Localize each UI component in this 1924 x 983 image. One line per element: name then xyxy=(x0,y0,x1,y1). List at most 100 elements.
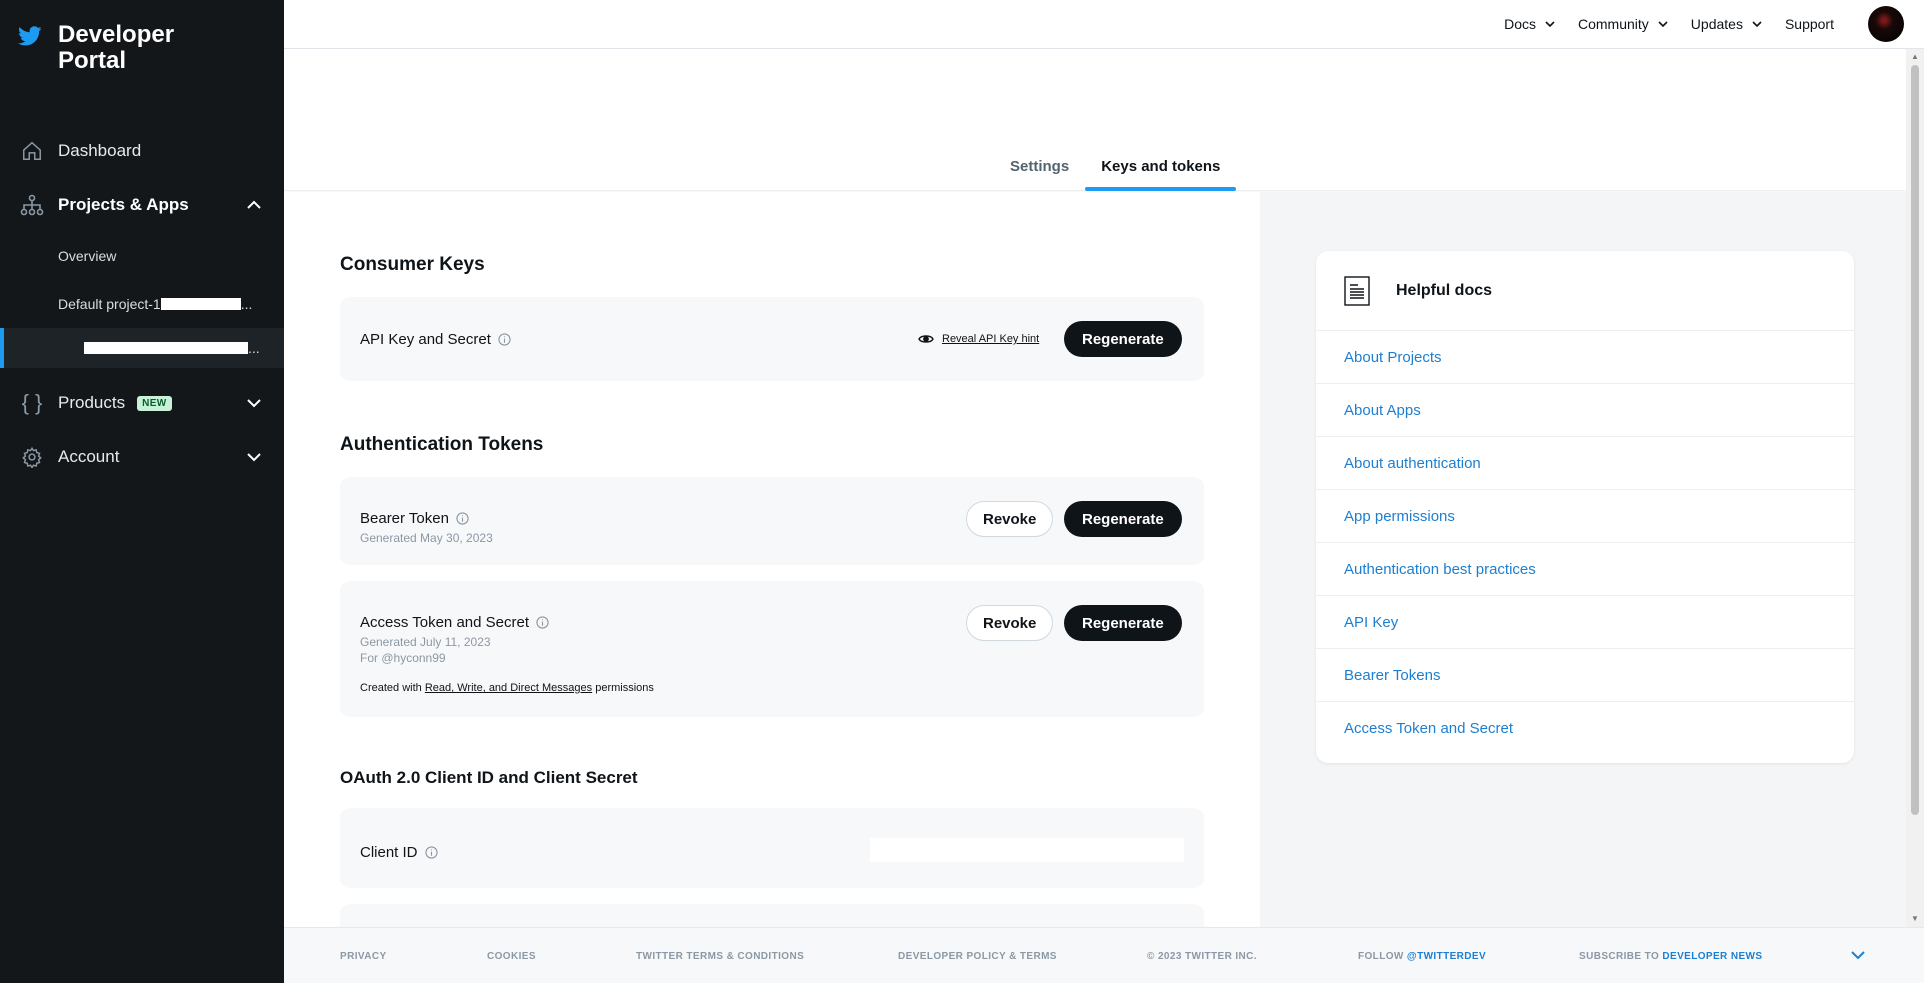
sidebar-item-account[interactable]: Account xyxy=(0,430,284,484)
sidebar-item-label: Dashboard xyxy=(58,141,142,160)
tab-bar: Settings Keys and tokens xyxy=(994,157,1237,191)
oauth-title: OAuth 2.0 Client ID and Client Secret xyxy=(340,768,638,787)
app-header: Settings Keys and tokens xyxy=(284,49,1906,191)
permissions-link[interactable]: Read, Write, and Direct Messages xyxy=(425,682,592,694)
braces-icon: { } xyxy=(21,390,43,415)
scroll-up-arrow[interactable]: ▲ xyxy=(1911,53,1919,61)
regenerate-access-button[interactable]: Regenerate xyxy=(1064,605,1182,641)
sidebar-item-app[interactable]: ... xyxy=(0,328,284,368)
twitter-bird-icon xyxy=(18,26,42,46)
topnav-community[interactable]: Community xyxy=(1578,16,1669,32)
sidebar-item-label: Projects & Apps xyxy=(58,195,189,214)
footer-follow-handle[interactable]: @TWITTERDEV xyxy=(1407,951,1486,962)
access-generated-date: Generated July 11, 2023 xyxy=(360,635,491,649)
sidebar-item-label: Account xyxy=(58,447,120,466)
footer-copyright: © 2023 TWITTER INC. xyxy=(1147,951,1257,962)
doc-link-bearer-tokens[interactable]: Bearer Tokens xyxy=(1316,649,1854,702)
bearer-token-row: Bearer Token xyxy=(360,510,469,527)
regenerate-api-key-button[interactable]: Regenerate xyxy=(1064,321,1182,357)
sidebar-item-overview[interactable]: Overview xyxy=(0,232,284,280)
doc-link-app-permissions[interactable]: App permissions xyxy=(1316,490,1854,543)
client-id-value[interactable] xyxy=(870,838,1184,862)
chevron-up-icon[interactable] xyxy=(244,195,264,215)
top-nav: Docs Community Updates Support xyxy=(1482,6,1904,42)
auth-tokens-title: Authentication Tokens xyxy=(340,434,544,455)
sidebar-item-label: Default project-1 xyxy=(58,296,161,312)
sidebar-item-label: Overview xyxy=(58,248,117,264)
footer-follow[interactable]: FOLLOW @TWITTERDEV xyxy=(1358,951,1486,962)
scroll-down-arrow[interactable]: ▼ xyxy=(1911,915,1919,923)
api-key-label: API Key and Secret xyxy=(360,331,491,348)
bearer-token-label: Bearer Token xyxy=(360,510,449,527)
brand-name: Developer Portal xyxy=(58,22,174,74)
brand-line-2: Portal xyxy=(58,47,127,74)
ellipsis: ... xyxy=(248,340,260,356)
doc-link-about-authentication[interactable]: About authentication xyxy=(1316,437,1854,490)
redacted-text xyxy=(160,298,241,310)
helpful-docs-card: Helpful docs About Projects About Apps A… xyxy=(1316,251,1854,763)
consumer-keys-title: Consumer Keys xyxy=(340,254,485,275)
access-token-card: Access Token and Secret Generated July 1… xyxy=(340,581,1204,717)
topnav-docs[interactable]: Docs xyxy=(1504,16,1556,32)
footer-developer-policy[interactable]: DEVELOPER POLICY & TERMS xyxy=(898,951,1057,962)
api-key-row: API Key and Secret xyxy=(360,331,511,348)
info-icon[interactable] xyxy=(424,846,438,859)
chevron-down-icon[interactable] xyxy=(1848,945,1868,965)
sidebar-item-projects-apps[interactable]: Projects & Apps xyxy=(0,178,284,232)
tab-settings[interactable]: Settings xyxy=(994,157,1085,191)
footer-subscribe-link[interactable]: DEVELOPER NEWS xyxy=(1662,951,1762,962)
info-icon[interactable] xyxy=(456,512,469,525)
chevron-down-icon[interactable] xyxy=(244,447,264,467)
brand[interactable]: Developer Portal xyxy=(18,22,174,74)
scrollbar[interactable]: ▲ ▼ xyxy=(1906,49,1924,927)
doc-link-about-projects[interactable]: About Projects xyxy=(1316,331,1854,384)
sidebar-item-dashboard[interactable]: Dashboard xyxy=(0,124,284,178)
access-token-row: Access Token and Secret xyxy=(360,614,549,631)
regenerate-bearer-button[interactable]: Regenerate xyxy=(1064,501,1182,537)
footer: PRIVACY COOKIES TWITTER TERMS & CONDITIO… xyxy=(284,927,1924,983)
reveal-api-key-hint[interactable]: Reveal API Key hint xyxy=(918,333,1039,345)
permissions-note: Created with Read, Write, and Direct Mes… xyxy=(360,682,654,694)
eye-icon xyxy=(918,335,934,343)
ellipsis: ... xyxy=(240,296,253,312)
topnav-updates[interactable]: Updates xyxy=(1691,16,1763,32)
new-badge: NEW xyxy=(137,395,172,411)
footer-terms[interactable]: TWITTER TERMS & CONDITIONS xyxy=(636,951,804,962)
topnav-support-label: Support xyxy=(1784,16,1834,32)
footer-privacy[interactable]: PRIVACY xyxy=(340,951,387,962)
bearer-generated-date: Generated May 30, 2023 xyxy=(360,531,493,545)
footer-cookies[interactable]: COOKIES xyxy=(487,951,536,962)
main-content: Consumer Keys API Key and Secret Reveal … xyxy=(284,192,1260,927)
redacted-app-name xyxy=(84,342,248,354)
gear-icon xyxy=(20,445,44,469)
doc-link-api-key[interactable]: API Key xyxy=(1316,596,1854,649)
info-icon[interactable] xyxy=(536,616,549,629)
sidebar-nav: Dashboard Projects & Apps Overview Defau… xyxy=(0,124,284,484)
topnav-support[interactable]: Support xyxy=(1785,16,1834,32)
avatar[interactable] xyxy=(1868,6,1904,42)
doc-link-access-token[interactable]: Access Token and Secret xyxy=(1316,702,1854,755)
api-key-card: API Key and Secret Reveal API Key hint R… xyxy=(340,297,1204,381)
topnav-updates-label: Updates xyxy=(1690,16,1743,32)
tab-keys-and-tokens[interactable]: Keys and tokens xyxy=(1085,157,1237,191)
footer-subscribe[interactable]: SUBSCRIBE TO DEVELOPER NEWS xyxy=(1579,951,1762,962)
bearer-token-card: Bearer Token Generated May 30, 2023 Revo… xyxy=(340,477,1204,565)
project-tree-icon xyxy=(20,193,44,217)
revoke-access-button[interactable]: Revoke xyxy=(966,605,1054,641)
chevron-down-icon[interactable] xyxy=(244,393,264,413)
chevron-down-icon xyxy=(1752,21,1762,28)
helpful-docs-header: Helpful docs xyxy=(1316,251,1854,331)
access-token-label: Access Token and Secret xyxy=(360,614,529,631)
footer-subscribe-prefix: SUBSCRIBE TO xyxy=(1579,951,1660,962)
sidebar-item-label: Products xyxy=(58,393,126,412)
client-secret-card xyxy=(340,904,1204,927)
revoke-bearer-button[interactable]: Revoke xyxy=(966,501,1054,537)
info-icon[interactable] xyxy=(498,333,511,346)
doc-link-auth-best-practices[interactable]: Authentication best practices xyxy=(1316,543,1854,596)
sidebar-item-products[interactable]: { } Products NEW xyxy=(0,376,284,430)
helpful-docs-title: Helpful docs xyxy=(1396,281,1493,299)
scrollbar-thumb[interactable] xyxy=(1911,65,1919,815)
doc-link-about-apps[interactable]: About Apps xyxy=(1316,384,1854,437)
brand-line-1: Developer xyxy=(58,21,175,48)
sidebar-item-default-project[interactable]: Default project-1... xyxy=(0,280,284,328)
